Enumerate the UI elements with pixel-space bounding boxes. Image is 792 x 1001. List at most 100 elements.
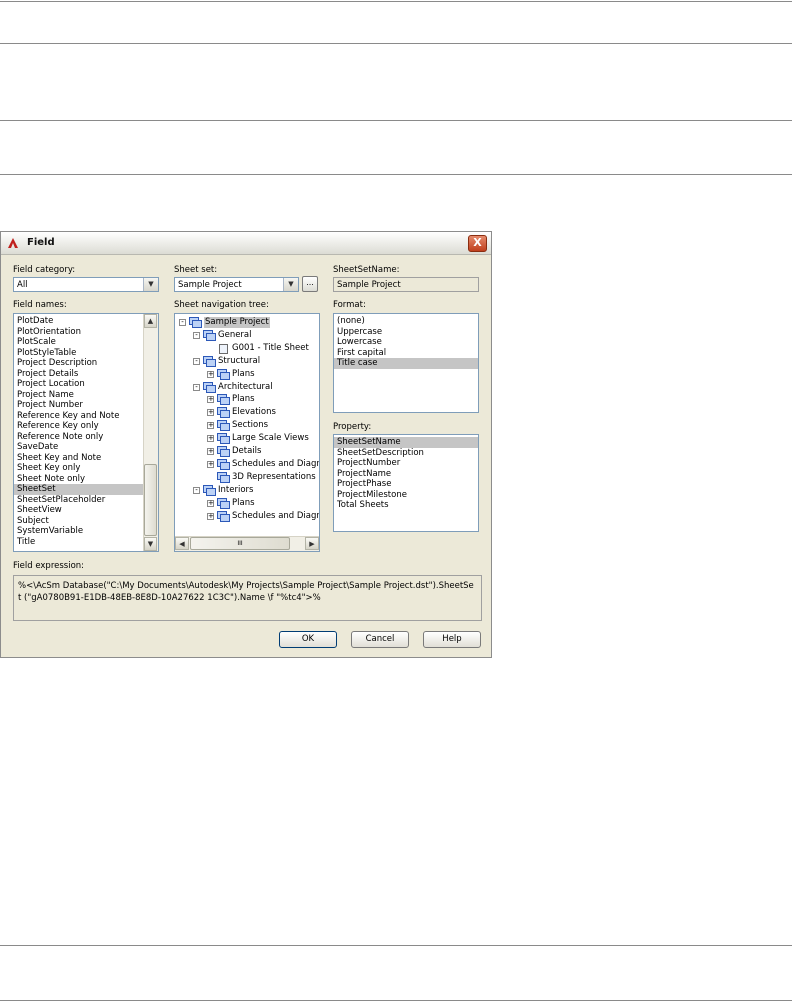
- sheet-set-icon: [203, 355, 216, 367]
- title-bar[interactable]: Field X: [1, 232, 491, 255]
- rule-line: [0, 120, 792, 121]
- rule-line: [0, 174, 792, 175]
- field-expression-box: %<\AcSm Database("C:\My Documents\Autode…: [13, 575, 482, 621]
- collapse-icon[interactable]: -: [193, 383, 200, 391]
- tree-horizontal-scrollbar[interactable]: ◀ III ▶: [175, 536, 319, 551]
- tree-node-label: General: [218, 329, 252, 340]
- field-name-list-item[interactable]: SheetView: [14, 505, 144, 516]
- field-name-list-item[interactable]: Sheet Key only: [14, 463, 144, 474]
- expand-icon[interactable]: +: [207, 396, 214, 404]
- property-list-item[interactable]: Total Sheets: [334, 500, 478, 511]
- format-list[interactable]: (none) Uppercase Lowercase First capital Tit…: [333, 313, 479, 413]
- collapse-icon[interactable]: -: [193, 331, 200, 339]
- tree-node[interactable]: + Plans: [175, 394, 319, 406]
- expand-icon[interactable]: +: [207, 370, 214, 378]
- field-name-list-item[interactable]: PlotScale: [14, 337, 144, 348]
- tree-node[interactable]: - Interiors: [175, 484, 319, 496]
- chevron-down-icon[interactable]: ▼: [283, 278, 298, 291]
- field-name-list-item[interactable]: Project Location: [14, 379, 144, 390]
- tree-node[interactable]: + Details: [175, 446, 319, 457]
- cancel-button[interactable]: Cancel: [351, 631, 409, 648]
- tree-node[interactable]: + Sections: [175, 420, 319, 432]
- property-list-item[interactable]: SheetSetName: [334, 437, 478, 448]
- field-name-list-item[interactable]: Project Name: [14, 390, 144, 401]
- sheet-navigation-tree[interactable]: - Sample Project - General G001 - Title Shee…: [174, 313, 320, 552]
- property-list-item[interactable]: ProjectNumber: [334, 458, 478, 469]
- sheet-set-select[interactable]: Sample Project ▼: [174, 277, 299, 292]
- tree-node[interactable]: - Sample Project: [175, 317, 319, 328]
- property-list[interactable]: SheetSetName SheetSetDescription ProjectNu…: [333, 434, 479, 532]
- sheet-set-icon: [217, 394, 230, 406]
- sheet-set-icon: [217, 420, 230, 432]
- tree-node[interactable]: - Structural: [175, 355, 319, 367]
- property-list-item[interactable]: SheetSetDescription: [334, 448, 478, 459]
- field-name-list-item[interactable]: Reference Note only: [14, 432, 144, 443]
- expand-icon[interactable]: +: [207, 422, 214, 430]
- collapse-icon[interactable]: -: [193, 357, 200, 365]
- scroll-thumb[interactable]: III: [190, 537, 290, 550]
- field-name-list-item[interactable]: Reference Key and Note: [14, 411, 144, 422]
- field-names-scrollbar[interactable]: ▲ ▼: [143, 314, 158, 551]
- field-name-list-item[interactable]: Sheet Note only: [14, 474, 144, 485]
- field-name-list-item[interactable]: Project Description: [14, 358, 144, 369]
- format-list-item[interactable]: Lowercase: [334, 337, 478, 348]
- expand-icon[interactable]: +: [207, 460, 214, 468]
- field-name-list-item[interactable]: SheetSetPlaceholder: [14, 495, 144, 506]
- expand-icon[interactable]: +: [207, 499, 214, 507]
- tree-node[interactable]: + Elevations: [175, 407, 319, 419]
- tree-node[interactable]: - Architectural: [175, 381, 319, 393]
- collapse-icon[interactable]: -: [193, 486, 200, 494]
- field-category-select[interactable]: All ▼: [13, 277, 159, 292]
- field-name-list-item[interactable]: Project Details: [14, 369, 144, 380]
- help-button[interactable]: Help: [423, 631, 481, 648]
- field-name-list-item[interactable]: Reference Key only: [14, 421, 144, 432]
- field-names-list[interactable]: PlotDate PlotOrientation PlotScale PlotStyl…: [13, 313, 159, 552]
- tree-node[interactable]: - General: [175, 329, 319, 341]
- field-name-list-item[interactable]: Sheet Key and Note: [14, 453, 144, 464]
- field-name-list-item[interactable]: Project Number: [14, 400, 144, 411]
- tree-node[interactable]: + Large Scale Views: [175, 433, 319, 445]
- ok-button[interactable]: OK: [279, 631, 337, 648]
- field-name-list-item[interactable]: SaveDate: [14, 442, 144, 453]
- expand-icon[interactable]: +: [207, 409, 214, 417]
- tree-node[interactable]: + Schedules and Diagr: [175, 458, 319, 470]
- format-list-item[interactable]: First capital: [334, 348, 478, 359]
- field-name-list-item[interactable]: PlotStyleTable: [14, 348, 144, 359]
- property-list-item[interactable]: ProjectPhase: [334, 479, 478, 490]
- format-list-item[interactable]: (none): [334, 316, 478, 327]
- field-name-list-item[interactable]: SheetSet: [14, 484, 144, 495]
- format-list-item[interactable]: Uppercase: [334, 327, 478, 338]
- scroll-down-icon[interactable]: ▼: [144, 537, 157, 551]
- scroll-left-icon[interactable]: ◀: [175, 537, 189, 550]
- chevron-down-icon[interactable]: ▼: [143, 278, 158, 291]
- format-list-item[interactable]: Title case: [334, 358, 478, 369]
- tree-node[interactable]: + Schedules and Diagr: [175, 510, 319, 522]
- property-list-item[interactable]: ProjectName: [334, 469, 478, 480]
- field-name-list-item[interactable]: SystemVariable: [14, 526, 144, 537]
- rule-line: [0, 945, 792, 946]
- tree-node-label: Plans: [232, 497, 255, 508]
- scroll-thumb[interactable]: [144, 464, 157, 536]
- expand-icon[interactable]: +: [207, 512, 214, 520]
- tree-node[interactable]: + Plans: [175, 497, 319, 509]
- tree-node[interactable]: 3D Representations: [175, 471, 319, 483]
- tree-node-label: Plans: [232, 368, 255, 379]
- sheet-set-name-value: Sample Project: [337, 280, 401, 290]
- tree-node[interactable]: + Plans: [175, 368, 319, 380]
- field-name-list-item[interactable]: PlotOrientation: [14, 327, 144, 338]
- rule-line: [0, 1, 792, 2]
- field-name-list-item[interactable]: PlotDate: [14, 316, 144, 327]
- sheet-set-icon: [217, 407, 230, 419]
- scroll-right-icon[interactable]: ▶: [305, 537, 319, 550]
- expand-icon[interactable]: +: [207, 435, 214, 443]
- sheet-set-label: Sheet set:: [174, 265, 218, 275]
- tree-node[interactable]: G001 - Title Sheet: [175, 343, 319, 354]
- expand-icon[interactable]: +: [207, 448, 214, 455]
- close-button[interactable]: X: [468, 235, 487, 252]
- browse-sheet-set-button[interactable]: ...: [302, 276, 318, 292]
- field-name-list-item[interactable]: Subject: [14, 516, 144, 527]
- property-list-item[interactable]: ProjectMilestone: [334, 490, 478, 501]
- scroll-up-icon[interactable]: ▲: [144, 314, 157, 328]
- field-name-list-item[interactable]: Title: [14, 537, 144, 548]
- collapse-icon[interactable]: -: [179, 319, 186, 326]
